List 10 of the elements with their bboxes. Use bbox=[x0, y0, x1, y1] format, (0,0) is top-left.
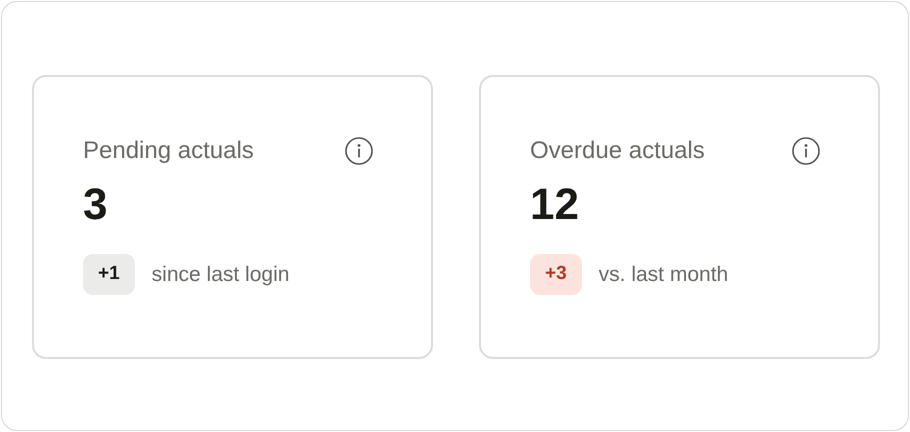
card-title: Pending actuals bbox=[83, 136, 254, 166]
comparison-note: since last login bbox=[152, 262, 290, 288]
stat-value: 3 bbox=[83, 183, 108, 227]
info-icon[interactable] bbox=[344, 136, 374, 166]
change-badge: +3 bbox=[530, 254, 582, 294]
info-icon[interactable] bbox=[791, 136, 821, 166]
card-title: Overdue actuals bbox=[530, 136, 705, 166]
comparison-note: vs. last month bbox=[598, 262, 728, 288]
stat-value: 12 bbox=[530, 183, 579, 227]
change-badge: +1 bbox=[83, 254, 135, 294]
